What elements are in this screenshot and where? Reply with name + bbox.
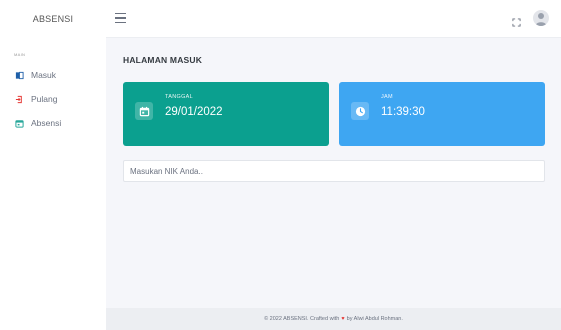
topbar — [106, 0, 561, 38]
page-title: HALAMAN MASUK — [123, 55, 203, 65]
sidebar-item-label: Masuk — [31, 70, 57, 80]
sidebar-item-pulang[interactable]: Pulang — [0, 93, 106, 105]
menu-heading: MAIN — [14, 52, 26, 57]
sidebar-item-masuk[interactable]: Masuk — [0, 69, 106, 81]
login-icon — [14, 70, 24, 80]
main-content: HALAMAN MASUK TANGGAL 29/01/2022 JAM 11:… — [106, 38, 561, 308]
sidebar-item-label: Pulang — [31, 94, 58, 104]
sidebar-item-absensi[interactable]: Absensi — [0, 117, 106, 129]
footer: © 2022 ABSENSI. Crafted with ♥ by Alwi A… — [106, 308, 561, 330]
clock-icon — [351, 102, 369, 120]
date-card: TANGGAL 29/01/2022 — [123, 82, 329, 146]
logout-icon — [14, 94, 24, 104]
footer-credit: by Alwi Abdul Rohman. — [346, 316, 403, 322]
brand-logo[interactable]: ABSENSI — [0, 0, 106, 38]
nik-input[interactable] — [123, 160, 545, 182]
date-label: TANGGAL — [165, 94, 193, 100]
user-avatar-icon[interactable] — [533, 10, 549, 26]
heart-icon: ♥ — [341, 316, 345, 322]
time-card: JAM 11:39:30 — [339, 82, 545, 146]
hamburger-icon[interactable] — [115, 13, 126, 23]
sidebar-item-label: Absensi — [31, 118, 62, 128]
time-label: JAM — [381, 94, 393, 100]
fullscreen-icon[interactable] — [512, 14, 521, 27]
calendar-icon — [135, 102, 153, 120]
date-value: 29/01/2022 — [165, 106, 223, 118]
time-value: 11:39:30 — [381, 106, 425, 118]
footer-text: © 2022 ABSENSI. Crafted with — [264, 316, 340, 322]
calendar-icon — [14, 118, 24, 128]
app-root: ABSENSI MAIN Masuk Pulang Absensi HALAMA… — [0, 0, 561, 330]
sidebar: ABSENSI MAIN Masuk Pulang Absensi — [0, 0, 106, 330]
